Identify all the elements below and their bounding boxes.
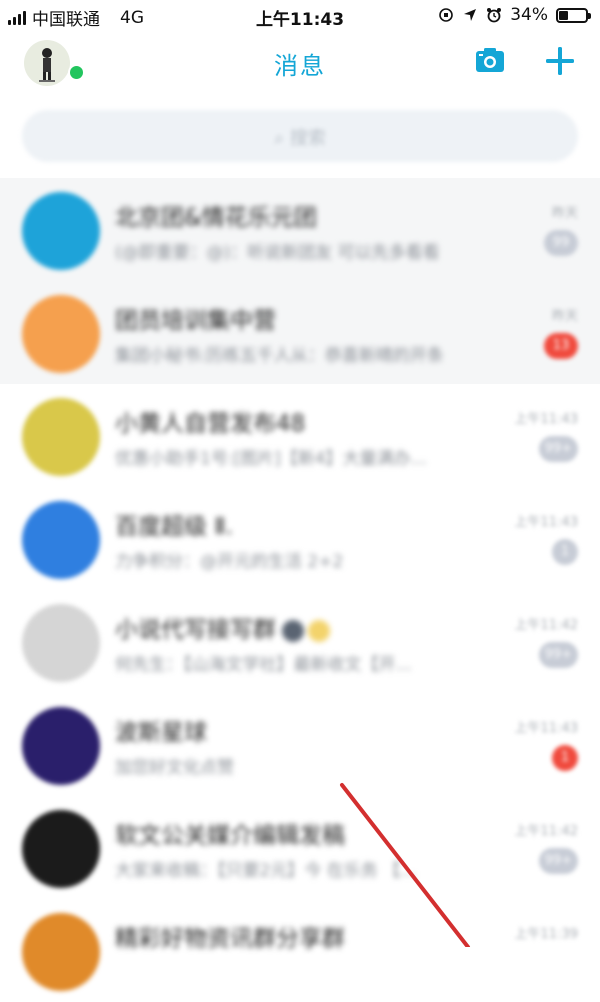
search-icon: ⌕ (274, 128, 290, 149)
conversation-time: 昨天 (551, 206, 578, 221)
unread-badge: 99+ (538, 436, 578, 462)
conversation-row[interactable]: 软文公关媒介编辑发稿大家来收稿：【只要2元】今 在乐务 【... 上午11:42 9… (0, 796, 600, 899)
conversation-time: 上午11:42 (514, 618, 578, 633)
conversation-avatar[interactable] (22, 604, 100, 682)
conversation-preview: 力争积分：@开元的生活 2+2 (115, 552, 344, 572)
camera-icon[interactable] (473, 44, 507, 78)
conversation-name: 北京团&情花乐元团 (115, 205, 317, 231)
conversation-preview: 集团小秘书:历练五千人从：恭喜新晴的开条 (115, 346, 444, 366)
plus-icon[interactable] (541, 42, 579, 80)
battery-percent: 34% (510, 5, 548, 25)
conversation-name: 小说代写接写群 (115, 610, 330, 644)
conversation-time: 上午11:43 (514, 721, 578, 736)
conversation-row[interactable]: 北京团&情花乐元团 (@即重要：@)：听说新团友 可以先多看看 昨天 99 (0, 178, 600, 281)
conversation-name: 软文公关媒介编辑发稿 (115, 823, 345, 849)
conversation-row[interactable]: 团员培训集中营集团小秘书:历练五千人从：恭喜新晴的开条 昨天 13 (0, 281, 600, 384)
unread-badge: 1 (552, 745, 578, 771)
conversation-time: 上午11:43 (514, 412, 578, 427)
conversation-name: 百度超级 Ⅱ. (115, 514, 233, 540)
conversation-row[interactable]: 波斯星球加您好文化点赞 上午11:43 1 (0, 693, 600, 796)
conversation-preview: 加您好文化点赞 (115, 758, 234, 778)
conversation-preview: 大家来收稿：【只要2元】今 在乐务 【... (115, 861, 417, 881)
conversation-row[interactable]: 百度超级 Ⅱ. 力争积分：@开元的生活 2+2 上午11:43 1 (0, 487, 600, 590)
conversation-preview: 何先生：【山海文学社】最新收文【开... (115, 655, 412, 675)
unread-badge: 99+ (538, 642, 578, 668)
conversation-time: 昨天 (551, 309, 578, 324)
conversation-time: 上午11:39 (514, 927, 578, 942)
group-tag-icons (282, 619, 330, 642)
conversation-row[interactable]: 小黄人自营发布48 优惠小助手1号:[图片]【新4】大量满办... 上午11:43 9… (0, 384, 600, 487)
search-placeholder: ⌕ 搜索 (274, 128, 326, 149)
conversation-time: 上午11:43 (514, 515, 578, 530)
conversation-name: 团员培训集中营 (115, 308, 276, 334)
unread-badge: 99+ (538, 848, 578, 874)
battery-icon (556, 7, 591, 23)
conversation-time: 上午11:42 (514, 824, 578, 839)
conversation-name: 波斯星球 (115, 720, 207, 746)
unread-badge: 99 (544, 230, 578, 256)
conversation-avatar[interactable] (22, 913, 100, 991)
orientation-lock-icon (439, 8, 454, 22)
conversation-avatar[interactable] (22, 192, 100, 270)
conversation-preview: 优惠小助手1号:[图片]【新4】大量满办... (115, 449, 427, 469)
header: 消息 (0, 32, 600, 100)
conversation-list: 北京团&情花乐元团 (@即重要：@)：听说新团友 可以先多看看 昨天 99 团员培训集中… (0, 178, 600, 1002)
conversation-avatar[interactable] (22, 707, 100, 785)
search-input[interactable]: ⌕ 搜索 (22, 110, 578, 162)
unread-badge: 13 (544, 333, 578, 359)
alarm-icon (487, 8, 502, 23)
unread-badge: 1 (552, 539, 578, 565)
conversation-avatar[interactable] (22, 295, 100, 373)
conversation-preview: (@即重要：@)：听说新团友 可以先多看看 (115, 243, 440, 263)
page-title: 消息 (274, 52, 326, 80)
conversation-avatar[interactable] (22, 810, 100, 888)
location-icon (464, 9, 477, 21)
conversation-avatar[interactable] (22, 398, 100, 476)
conversation-avatar[interactable] (22, 501, 100, 579)
conversation-name: 精彩好物资讯群分享群 (115, 926, 345, 952)
status-bar: 中国联通 4G 上午11:43 34% (0, 0, 600, 32)
conversation-row[interactable]: 小说代写接写群何先生：【山海文学社】最新收文【开... 上午11:42 99+ (0, 590, 600, 693)
conversation-name: 小黄人自营发布48 (115, 411, 306, 437)
status-right: 34% (438, 5, 591, 25)
conversation-row[interactable]: 精彩好物资讯群分享群 上午11:39 (0, 899, 600, 1002)
